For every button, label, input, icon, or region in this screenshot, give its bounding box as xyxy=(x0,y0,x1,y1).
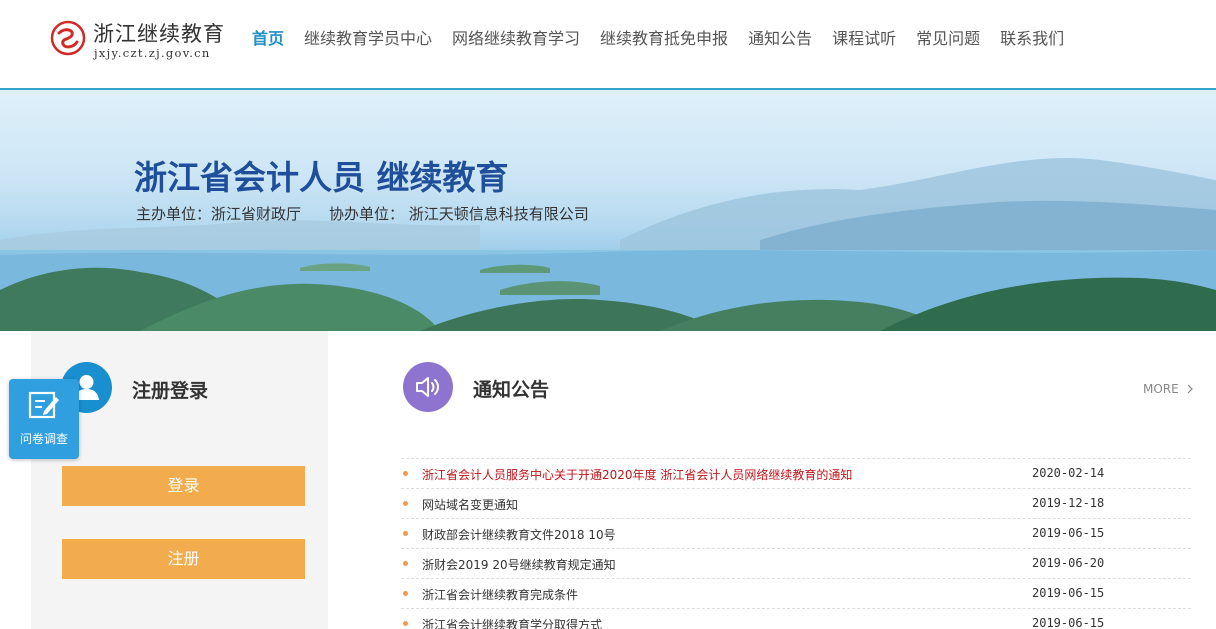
site-header: 浙江继续教育 jxjy.czt.zj.gov.cn 首页 继续教育学员中心 网络… xyxy=(0,0,1216,88)
survey-label: 问卷调查 xyxy=(19,432,68,446)
notice-date: 2019-06-20 xyxy=(1032,556,1105,570)
notice-item[interactable]: 财政部会计继续教育文件2018 10号 2019-06-15 xyxy=(401,518,1191,548)
bullet-icon xyxy=(403,591,408,596)
login-panel-title: 注册登录 xyxy=(132,380,209,402)
login-panel: 注册登录 登录 注册 xyxy=(31,331,328,629)
logo-name: 浙江继续教育 xyxy=(93,22,225,46)
chevron-right-icon xyxy=(1187,384,1193,394)
main-nav: 首页 继续教育学员中心 网络继续教育学习 继续教育抵免申报 通知公告 课程试听 … xyxy=(252,28,1084,52)
bullet-icon xyxy=(403,561,408,566)
notice-date: 2019-06-15 xyxy=(1032,586,1105,600)
register-button[interactable]: 注册 xyxy=(62,539,305,579)
notice-date: 2019-06-15 xyxy=(1032,616,1105,629)
notices-title: 通知公告 xyxy=(473,379,550,401)
login-button[interactable]: 登录 xyxy=(62,466,305,506)
speaker-icon xyxy=(403,362,453,412)
bullet-icon xyxy=(403,471,408,476)
site-logo[interactable]: 浙江继续教育 jxjy.czt.zj.gov.cn xyxy=(50,16,240,64)
logo-emblem-icon xyxy=(50,20,86,56)
nav-item-credit-declaration[interactable]: 继续教育抵免申报 xyxy=(600,28,728,52)
notice-item[interactable]: 浙江省会计继续教育完成条件 2019-06-15 xyxy=(401,578,1191,608)
more-label: MORE xyxy=(1143,382,1179,396)
nav-item-contact[interactable]: 联系我们 xyxy=(1000,28,1064,52)
banner-organizers: 主办单位：浙江省财政厅 协办单位： 浙江天顿信息科技有限公司 xyxy=(136,203,589,224)
notice-list: 浙江省会计人员服务中心关于开通2020年度 浙江省会计人员网络继续教育的通知 2… xyxy=(401,458,1191,629)
notice-title[interactable]: 浙江省会计人员服务中心关于开通2020年度 浙江省会计人员网络继续教育的通知 xyxy=(422,466,852,483)
notice-item[interactable]: 网站域名变更通知 2019-12-18 xyxy=(401,488,1191,518)
bullet-icon xyxy=(403,621,408,626)
nav-item-student-center[interactable]: 继续教育学员中心 xyxy=(304,28,432,52)
notice-item[interactable]: 浙财会2019 20号继续教育规定通知 2019-06-20 xyxy=(401,548,1191,578)
notices-more-link[interactable]: MORE xyxy=(1143,382,1194,396)
notice-title[interactable]: 网站域名变更通知 xyxy=(422,496,518,513)
nav-item-course-trial[interactable]: 课程试听 xyxy=(832,28,896,52)
notice-title[interactable]: 浙江省会计继续教育学分取得方式 xyxy=(422,616,602,629)
bullet-icon xyxy=(403,531,408,536)
nav-item-online-learning[interactable]: 网络继续教育学习 xyxy=(452,28,580,52)
bullet-icon xyxy=(403,501,408,506)
nav-item-notices[interactable]: 通知公告 xyxy=(748,28,812,52)
notice-item[interactable]: 浙江省会计人员服务中心关于开通2020年度 浙江省会计人员网络继续教育的通知 2… xyxy=(401,458,1191,488)
banner-host: 主办单位：浙江省财政厅 xyxy=(136,205,302,223)
logo-domain: jxjy.czt.zj.gov.cn xyxy=(94,46,211,60)
survey-float-button[interactable]: 问卷调查 xyxy=(9,379,79,459)
banner-title: 浙江省会计人员 继续教育 xyxy=(134,158,509,197)
notice-date: 2019-12-18 xyxy=(1032,496,1105,510)
notice-title[interactable]: 财政部会计继续教育文件2018 10号 xyxy=(422,526,616,543)
notice-title[interactable]: 浙财会2019 20号继续教育规定通知 xyxy=(422,556,616,573)
nav-item-home[interactable]: 首页 xyxy=(252,28,284,52)
notice-item[interactable]: 浙江省会计继续教育学分取得方式 2019-06-15 xyxy=(401,608,1191,629)
edit-note-icon xyxy=(28,391,59,419)
banner-co-host: 协办单位： 浙江天顿信息科技有限公司 xyxy=(329,205,589,223)
notice-date: 2020-02-14 xyxy=(1032,466,1105,480)
notice-date: 2019-06-15 xyxy=(1032,526,1105,540)
notice-title[interactable]: 浙江省会计继续教育完成条件 xyxy=(422,586,578,603)
nav-item-faq[interactable]: 常见问题 xyxy=(916,28,980,52)
hero-banner: 浙江省会计人员 继续教育 主办单位：浙江省财政厅 协办单位： 浙江天顿信息科技有限… xyxy=(0,90,1216,331)
